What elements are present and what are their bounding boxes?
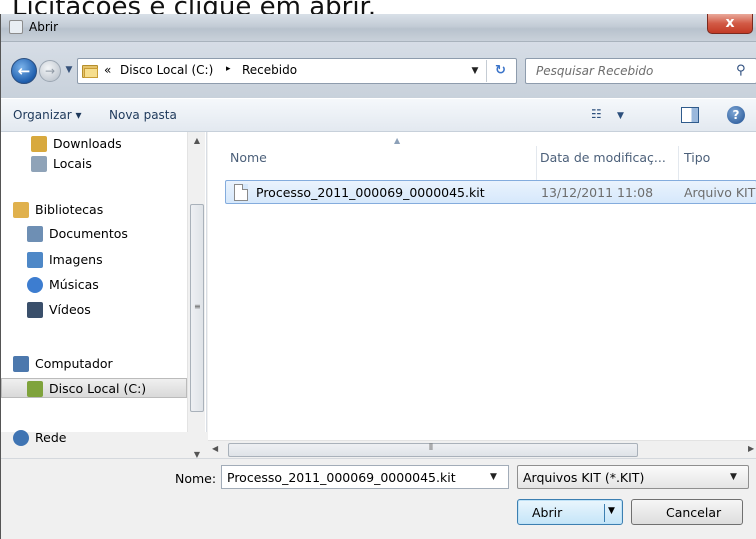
- address-dropdown-icon[interactable]: ▼: [466, 61, 484, 81]
- split-divider: [604, 504, 605, 522]
- scroll-up-icon[interactable]: ▲: [188, 136, 206, 150]
- open-button[interactable]: Abrir ▼: [517, 499, 623, 525]
- cancel-button[interactable]: Cancelar: [631, 499, 743, 525]
- scroll-right-icon[interactable]: ▶: [748, 444, 754, 453]
- sidebar-item-locais[interactable]: Locais: [1, 154, 187, 174]
- grip-icon: ⦀: [429, 443, 433, 453]
- filename-field[interactable]: Processo_2011_000069_0000045.kit ▼: [221, 465, 509, 489]
- close-button[interactable]: x: [707, 14, 753, 34]
- sidebar-item-rede[interactable]: Rede: [1, 428, 187, 448]
- breadcrumb-separator-icon[interactable]: ▸: [226, 64, 231, 74]
- computer-icon: [13, 356, 29, 372]
- cancel-button-label: Cancelar: [666, 505, 722, 520]
- navigation-pane: Downloads Locais Bibliotecas Documentos …: [1, 132, 207, 446]
- sidebar-item-disco-local[interactable]: Disco Local (C:): [1, 378, 187, 398]
- search-box[interactable]: Pesquisar Recebido ⚲: [525, 58, 756, 84]
- sidebar-item-imagens[interactable]: Imagens: [1, 250, 187, 270]
- search-input[interactable]: Pesquisar Recebido: [536, 64, 653, 78]
- column-header-label: Tipo: [684, 150, 711, 165]
- file-modified: 13/12/2011 11:08: [541, 185, 654, 200]
- filetype-value: Arquivos KIT (*.KIT): [523, 470, 645, 485]
- filetype-select[interactable]: Arquivos KIT (*.KIT) ▼: [517, 465, 749, 489]
- folder-icon: [82, 63, 98, 78]
- column-header-label: Nome: [230, 150, 267, 165]
- breadcrumb-recebido[interactable]: Recebido: [242, 63, 297, 77]
- refresh-icon[interactable]: ↻: [486, 60, 514, 82]
- command-bar: Organizar ▾ Nova pasta ☷ ▼ ?: [1, 98, 756, 132]
- local-disk-icon: [27, 381, 43, 397]
- sidebar-item-label: Imagens: [49, 252, 103, 267]
- change-view-icon[interactable]: ☷: [591, 107, 613, 125]
- file-name: Processo_2011_000069_0000045.kit: [256, 185, 485, 200]
- sidebar-item-label: Downloads: [53, 136, 122, 151]
- file-type: Arquivo KIT: [684, 185, 756, 200]
- sidebar-item-label: Documentos: [49, 226, 128, 241]
- new-folder-button[interactable]: Nova pasta: [109, 108, 177, 122]
- sidebar-item-computador[interactable]: Computador: [1, 354, 187, 374]
- file-row[interactable]: Processo_2011_000069_0000045.kit 13/12/2…: [225, 180, 756, 204]
- search-icon[interactable]: ⚲: [736, 63, 752, 79]
- places-icon: [31, 156, 47, 172]
- sidebar-item-label: Rede: [35, 430, 67, 445]
- network-icon: [13, 430, 29, 446]
- sidebar-item-videos[interactable]: Vídeos: [1, 300, 187, 320]
- chevron-down-icon[interactable]: ▼: [730, 472, 737, 482]
- view-options-icon[interactable]: ▼: [617, 111, 624, 129]
- column-header-label: Data de modificaç...: [540, 150, 666, 165]
- scrollbar-thumb[interactable]: ≡: [190, 204, 204, 412]
- sidebar-item-documentos[interactable]: Documentos: [1, 224, 187, 244]
- open-options-icon[interactable]: ▼: [608, 506, 615, 516]
- sidebar-item-label: Locais: [53, 156, 92, 171]
- recent-locations-icon[interactable]: ▼: [63, 64, 75, 76]
- sidebar-item-downloads[interactable]: Downloads: [1, 134, 187, 154]
- sidebar-item-musicas[interactable]: Músicas: [1, 275, 187, 295]
- sidebar-item-bibliotecas[interactable]: Bibliotecas: [1, 200, 187, 220]
- breadcrumb-disco-local[interactable]: Disco Local (C:): [120, 63, 213, 77]
- documents-icon: [27, 226, 43, 242]
- filename-value[interactable]: Processo_2011_000069_0000045.kit: [227, 470, 456, 485]
- file-list: ▲ Nome Data de modificaç... Tipo Process…: [208, 132, 756, 442]
- title-bar[interactable]: Abrir x: [1, 14, 756, 42]
- sort-ascending-icon: ▲: [394, 136, 401, 145]
- videos-icon: [27, 302, 43, 318]
- sidebar-item-label: Músicas: [49, 277, 99, 292]
- help-icon[interactable]: ?: [727, 106, 745, 124]
- chevron-down-icon[interactable]: ▼: [490, 472, 497, 482]
- column-divider[interactable]: [678, 146, 679, 182]
- grip-icon: ≡: [194, 302, 201, 311]
- open-file-dialog: Abrir x ← → ▼ « Disco Local (C:) ▸ Receb…: [0, 14, 756, 539]
- scroll-left-icon[interactable]: ◀: [212, 444, 218, 453]
- file-icon: [234, 184, 248, 201]
- scrollbar-thumb[interactable]: ⦀: [228, 443, 638, 457]
- breadcrumb-overflow[interactable]: «: [104, 63, 111, 77]
- dialog-title: Abrir: [29, 20, 59, 34]
- address-bar[interactable]: « Disco Local (C:) ▸ Recebido ▼ ↻: [77, 58, 517, 84]
- organize-button[interactable]: Organizar ▾: [13, 108, 82, 122]
- column-divider[interactable]: [536, 146, 537, 182]
- music-icon: [27, 277, 43, 293]
- downloads-icon: [31, 136, 47, 152]
- forward-button[interactable]: →: [39, 60, 61, 82]
- filename-label: Nome:: [175, 471, 217, 486]
- images-icon: [27, 252, 43, 268]
- horizontal-scrollbar[interactable]: ◀ ⦀ ▶: [208, 440, 756, 458]
- open-button-label: Abrir: [532, 505, 563, 520]
- libraries-icon: [13, 202, 29, 218]
- sidebar-item-label: Vídeos: [49, 302, 91, 317]
- address-row: ← → ▼ « Disco Local (C:) ▸ Recebido ▼ ↻ …: [1, 42, 756, 98]
- sidebar-item-label: Computador: [35, 356, 113, 371]
- dialog-footer: Nome: Processo_2011_000069_0000045.kit ▼…: [1, 458, 756, 539]
- dialog-icon: [9, 20, 23, 34]
- sidebar-item-label: Bibliotecas: [35, 202, 104, 217]
- preview-pane-icon[interactable]: [681, 107, 699, 123]
- sidebar-item-label: Disco Local (C:): [49, 381, 147, 396]
- navigation-scrollbar[interactable]: ▲ ≡ ▼: [187, 132, 206, 459]
- back-button[interactable]: ←: [11, 58, 37, 84]
